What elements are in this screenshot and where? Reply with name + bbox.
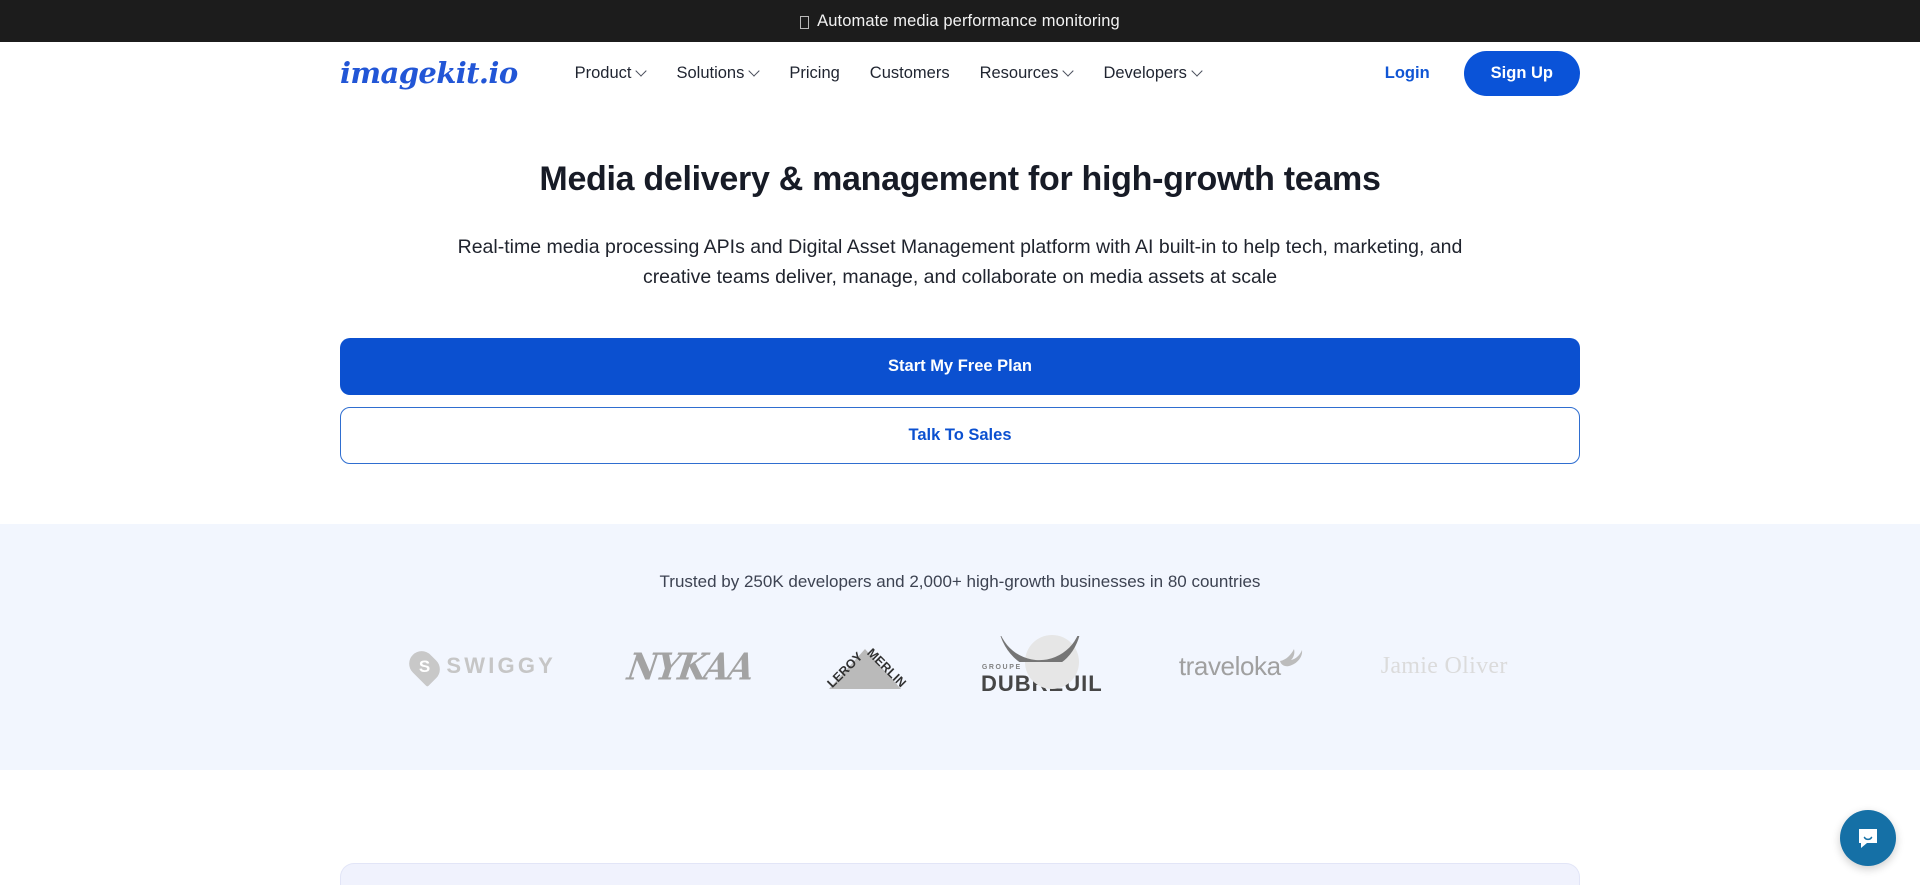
nav-label: Solutions <box>676 63 745 82</box>
hero-subtitle: Real-time media processing APIs and Digi… <box>457 235 1463 288</box>
sign-up-button[interactable]: Sign Up <box>1463 50 1580 96</box>
dubreuil-swoosh-icon <box>1000 636 1084 662</box>
logo-traveloka[interactable]: traveloka <box>1179 635 1309 697</box>
start-free-plan-button[interactable]: Start My Free Plan <box>340 338 1580 396</box>
login-link[interactable]: Login <box>1385 64 1430 83</box>
traveloka-bird-icon <box>1278 646 1304 668</box>
nav-label: Developers <box>1103 63 1187 82</box>
customer-logo-row: SWIGGY NYKAA LEROY MERLIN GROUPE DUBREUI… <box>340 635 1580 697</box>
nav-label: Customers <box>869 63 950 82</box>
announcement-text: Automate media performance monitoring <box>817 11 1120 30</box>
preview-card-top-edge <box>340 863 1580 886</box>
chat-launcher-button[interactable] <box>1840 810 1896 866</box>
nav-item-customers[interactable]: Customers <box>870 64 950 83</box>
chevron-down-icon <box>750 67 759 76</box>
missing-glyph-icon <box>800 15 810 29</box>
groupe-text: GROUPE <box>981 663 1022 671</box>
hero-inner: Media delivery & management for high-gro… <box>340 158 1580 465</box>
hero-cta-group: Start My Free Plan Talk To Sales <box>340 338 1580 465</box>
logo-groupe-dubreuil[interactable]: GROUPE DUBREUIL <box>977 635 1107 697</box>
main-navigation: Product Solutions Pricing Customers Reso… <box>575 64 1202 83</box>
page-title: Media delivery & management for high-gro… <box>539 160 1381 198</box>
hero-section: Media delivery & management for high-gro… <box>0 104 1920 465</box>
chevron-down-icon <box>637 67 646 76</box>
nykaa-wordmark: NYKAA <box>624 644 757 689</box>
chevron-down-icon <box>1193 67 1202 76</box>
logo-leroy-merlin[interactable]: LEROY MERLIN <box>824 635 908 697</box>
nav-label: Resources <box>979 63 1059 82</box>
nav-item-product[interactable]: Product <box>575 64 647 83</box>
announcement-content: Automate media performance monitoring <box>800 12 1120 31</box>
chevron-down-icon <box>1064 67 1073 76</box>
logo-imagekit[interactable]: imagekit.io <box>340 56 518 90</box>
logo-swiggy[interactable]: SWIGGY <box>404 635 557 697</box>
nav-label: Pricing <box>789 63 840 82</box>
logo-nykaa[interactable]: NYKAA <box>625 635 757 697</box>
logo-jamie-oliver[interactable]: Jamie Oliver <box>1381 635 1508 697</box>
talk-to-sales-button[interactable]: Talk To Sales <box>340 407 1580 465</box>
traveloka-wordmark: traveloka <box>1178 650 1281 681</box>
nav-label: Product <box>574 63 632 82</box>
trusted-by-section: Trusted by 250K developers and 2,000+ hi… <box>0 524 1920 771</box>
nav-item-developers[interactable]: Developers <box>1103 64 1201 83</box>
next-section-preview <box>0 770 1920 886</box>
chat-bubble-icon <box>1859 829 1877 848</box>
swiggy-wordmark: SWIGGY <box>446 653 557 679</box>
jamie-oliver-wordmark: Jamie Oliver <box>1380 652 1508 679</box>
leroy-merlin-mark: LEROY MERLIN <box>824 637 908 695</box>
announcement-bar[interactable]: Automate media performance monitoring <box>0 0 1920 42</box>
trusted-by-text: Trusted by 250K developers and 2,000+ hi… <box>659 572 1261 592</box>
header-inner: imagekit.io Product Solutions Pricing Cu… <box>340 42 1580 104</box>
nav-item-solutions[interactable]: Solutions <box>676 64 759 83</box>
header-actions: Login Sign Up <box>1385 50 1580 96</box>
swiggy-pin-icon <box>404 645 446 687</box>
site-header: imagekit.io Product Solutions Pricing Cu… <box>0 42 1920 104</box>
nav-item-pricing[interactable]: Pricing <box>789 64 839 83</box>
nav-item-resources[interactable]: Resources <box>980 64 1074 83</box>
